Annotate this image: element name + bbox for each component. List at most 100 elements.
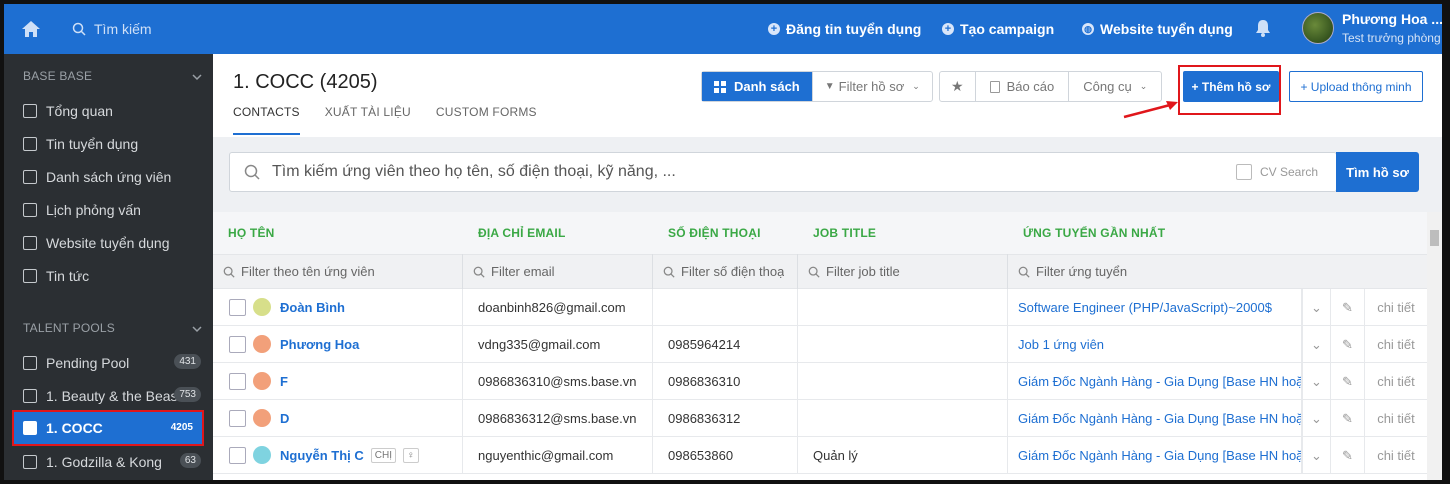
row-checkbox[interactable] xyxy=(229,447,246,464)
sidebar-item-overview[interactable]: Tổng quan xyxy=(4,94,213,127)
scrollbar-thumb[interactable] xyxy=(1430,230,1439,246)
edit-icon[interactable]: ✎ xyxy=(1330,326,1364,363)
candidate-name-cell[interactable]: Nguyễn Thị C CHỊ ♀ xyxy=(213,437,463,474)
applied-job-cell[interactable]: Giám Đốc Ngành Hàng - Gia Dụng [Base HN … xyxy=(1008,437,1302,474)
search-icon xyxy=(663,266,675,278)
edit-icon[interactable]: ✎ xyxy=(1330,289,1364,326)
detail-link[interactable]: chi tiết xyxy=(1364,289,1427,326)
tab-export[interactable]: XUẤT TÀI LIỆU xyxy=(325,105,411,135)
add-profile-button[interactable]: + Thêm hồ sơ xyxy=(1183,71,1279,102)
edit-icon[interactable]: ✎ xyxy=(1330,363,1364,400)
candidate-name-cell[interactable]: F xyxy=(213,363,463,400)
tab-custom-forms[interactable]: CUSTOM FORMS xyxy=(436,105,537,135)
candidate-search-input[interactable]: Tìm kiếm ứng viên theo họ tên, số điện t… xyxy=(229,152,1337,192)
table-row[interactable]: Nguyễn Thị C CHỊ ♀ nguyenthic@gmail.com 0986… xyxy=(213,437,1427,474)
edit-icon[interactable]: ✎ xyxy=(1330,400,1364,437)
smart-upload-button[interactable]: + Upload thông minh xyxy=(1289,71,1423,102)
grid-icon xyxy=(714,80,726,93)
detail-link[interactable]: chi tiết xyxy=(1364,326,1427,363)
row-checkbox[interactable] xyxy=(229,373,246,390)
sidebar-item-news[interactable]: Tin tức xyxy=(4,259,213,292)
row-checkbox[interactable] xyxy=(229,336,246,353)
search-icon xyxy=(72,22,86,36)
nav-create-campaign-label: Tạo campaign xyxy=(960,21,1055,37)
detail-link[interactable]: chi tiết xyxy=(1364,363,1427,400)
vertical-scrollbar[interactable] xyxy=(1427,212,1442,480)
report-button[interactable]: Báo cáo xyxy=(976,72,1070,101)
sidebar-item-label: Lịch phỏng vấn xyxy=(46,201,141,218)
row-checkbox[interactable] xyxy=(229,410,246,427)
table-row[interactable]: D 0986836312@sms.base.vn 0986836312 Giám Đố… xyxy=(213,400,1427,437)
briefcase-icon xyxy=(23,136,37,151)
edit-icon[interactable]: ✎ xyxy=(1330,437,1364,474)
column-header-email[interactable]: ĐỊA CHỈ EMAIL xyxy=(478,226,566,240)
search-icon xyxy=(244,164,260,180)
candidate-name[interactable]: D xyxy=(280,411,289,426)
filter-job-title-input[interactable]: Filter job title xyxy=(798,254,1008,289)
email-cell: 0986836312@sms.base.vn xyxy=(463,400,653,437)
user-avatar[interactable] xyxy=(1302,12,1334,44)
filter-label: Filter hồ sơ xyxy=(838,79,905,94)
user-name[interactable]: Phương Hoa ... xyxy=(1342,11,1442,27)
chevron-down-icon[interactable]: ⌄ xyxy=(1302,326,1330,363)
column-header-applied[interactable]: ỨNG TUYỂN GẦN NHẤT xyxy=(1023,226,1165,240)
sidebar-item-interviews[interactable]: Lịch phỏng vấn xyxy=(4,193,213,226)
sidebar-pool-beauty[interactable]: 1. Beauty & the Beast 753 xyxy=(4,379,213,412)
search-profiles-button[interactable]: Tìm hồ sơ xyxy=(1336,152,1419,192)
applied-job-cell[interactable]: Software Engineer (PHP/JavaScript)~2000$ xyxy=(1008,289,1302,326)
calendar-icon xyxy=(23,202,37,217)
candidate-name[interactable]: Đoàn Bình xyxy=(280,300,345,315)
table-row[interactable]: F 0986836310@sms.base.vn 0986836310 Giám Đố… xyxy=(213,363,1427,400)
sidebar-item-label: Tin tức xyxy=(46,267,90,284)
sidebar-pool-pending[interactable]: Pending Pool 431 xyxy=(4,346,213,379)
detail-link[interactable]: chi tiết xyxy=(1364,437,1427,474)
table-row[interactable]: Đoàn Bình doanbinh826@gmail.com Software E… xyxy=(213,289,1427,326)
nav-create-campaign[interactable]: + Tạo campaign xyxy=(942,4,1054,54)
chevron-down-icon[interactable]: ⌄ xyxy=(1302,437,1330,474)
applied-job-cell[interactable]: Giám Đốc Ngành Hàng - Gia Dụng [Base HN … xyxy=(1008,400,1302,437)
sidebar-item-candidates[interactable]: Danh sách ứng viên xyxy=(4,160,213,193)
sidebar-item-website[interactable]: Website tuyển dụng xyxy=(4,226,213,259)
chevron-down-icon[interactable]: ⌄ xyxy=(1302,289,1330,326)
applied-job-cell[interactable]: Giám Đốc Ngành Hàng - Gia Dụng [Base HN … xyxy=(1008,363,1302,400)
cv-search-toggle[interactable]: CV Search xyxy=(1236,164,1318,180)
chevron-down-icon[interactable] xyxy=(192,72,202,82)
filter-phone-input[interactable]: Filter số điện thoạ xyxy=(653,254,798,289)
filter-name-input[interactable]: Filter theo tên ứng viên xyxy=(213,254,463,289)
candidate-name-cell[interactable]: Đoàn Bình xyxy=(213,289,463,326)
filter-email-input[interactable]: Filter email xyxy=(463,254,653,289)
home-icon[interactable] xyxy=(18,16,44,42)
bell-icon[interactable] xyxy=(1253,18,1273,38)
candidate-name[interactable]: Nguyễn Thị C xyxy=(280,448,364,463)
sidebar-pool-godzilla[interactable]: 1. Godzilla & Kong 63 xyxy=(4,445,213,478)
nav-post-job[interactable]: + Đăng tin tuyển dụng xyxy=(768,4,921,54)
chevron-down-icon[interactable] xyxy=(192,324,202,334)
table-row[interactable]: Phương Hoa vdng335@gmail.com 0985964214 Job… xyxy=(213,326,1427,363)
chevron-down-icon[interactable]: ⌄ xyxy=(1302,363,1330,400)
chevron-down-icon[interactable]: ⌄ xyxy=(1302,400,1330,437)
cv-search-checkbox[interactable] xyxy=(1236,164,1252,180)
sidebar-item-jobs[interactable]: Tin tuyển dụng xyxy=(4,127,213,160)
column-header-phone[interactable]: SỐ ĐIỆN THOẠI xyxy=(668,226,761,240)
column-header-job-title[interactable]: JOB TITLE xyxy=(813,226,876,240)
tab-contacts[interactable]: CONTACTS xyxy=(233,105,300,135)
candidate-name-cell[interactable]: D xyxy=(213,400,463,437)
favorite-button[interactable]: ★ xyxy=(940,72,976,101)
candidate-name-cell[interactable]: Phương Hoa xyxy=(213,326,463,363)
detail-link[interactable]: chi tiết xyxy=(1364,400,1427,437)
sidebar-pool-cocc[interactable]: 1. COCC 4205 xyxy=(12,410,204,446)
global-search[interactable]: Tìm kiếm xyxy=(72,18,152,40)
tools-dropdown[interactable]: Công cụ ⌄ xyxy=(1069,72,1161,101)
applied-job-cell[interactable]: Job 1 ứng viên xyxy=(1008,326,1302,363)
job-title-cell xyxy=(798,326,1008,363)
row-checkbox[interactable] xyxy=(229,299,246,316)
list-view-button[interactable]: Danh sách xyxy=(702,72,813,101)
filter-dropdown[interactable]: ▼ Filter hồ sơ ⌄ xyxy=(813,72,932,101)
filter-placeholder: Filter job title xyxy=(826,264,900,279)
filter-applied-input[interactable]: Filter ứng tuyển xyxy=(1008,254,1427,289)
candidate-name[interactable]: Phương Hoa xyxy=(280,337,359,352)
column-header-name[interactable]: HỌ TÊN xyxy=(228,226,275,240)
filter-placeholder: Filter ứng tuyển xyxy=(1036,264,1128,279)
candidate-name[interactable]: F xyxy=(280,374,288,389)
nav-career-website[interactable]: ◍ Website tuyển dụng xyxy=(1082,4,1233,54)
